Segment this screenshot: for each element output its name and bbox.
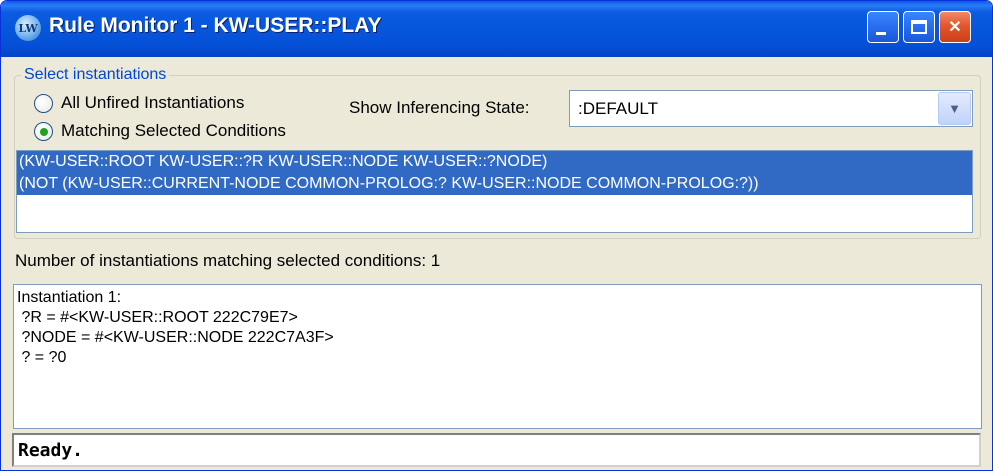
inferencing-state-label: Show Inferencing State: [349, 98, 530, 117]
minimize-button[interactable] [867, 11, 899, 43]
result-line: ?NODE = #<KW-USER::NODE 222C7A3F> [17, 329, 334, 346]
inferencing-state-value: :DEFAULT [578, 99, 658, 118]
status-text: Ready. [18, 440, 84, 461]
result-line: Instantiation 1: [17, 289, 122, 306]
condition-item[interactable]: (KW-USER::ROOT KW-USER::?R KW-USER::NODE… [17, 151, 972, 173]
status-bar: Ready. [12, 433, 981, 467]
minimize-icon [876, 32, 886, 35]
match-count-label: Number of instantiations matching select… [15, 251, 441, 270]
radio-button-checked[interactable] [34, 121, 53, 141]
radio-matching-selected[interactable]: Matching Selected Conditions [34, 121, 286, 141]
close-icon: ✕ [948, 19, 962, 36]
close-button[interactable]: ✕ [939, 11, 971, 43]
radio-label-all-unfired: All Unfired Instantiations [61, 93, 245, 112]
maximize-button[interactable] [903, 11, 935, 43]
app-icon: LW [15, 15, 41, 41]
radio-button-unchecked[interactable] [34, 93, 53, 113]
radio-label-matching-selected: Matching Selected Conditions [61, 121, 286, 140]
instantiations-output[interactable]: Instantiation 1: ?R = #<KW-USER::ROOT 22… [13, 284, 982, 429]
result-line: ? = ?0 [17, 349, 67, 366]
radio-all-unfired[interactable]: All Unfired Instantiations [34, 93, 244, 113]
inferencing-state-select[interactable]: :DEFAULT ▼ [569, 90, 973, 127]
maximize-icon [911, 20, 927, 34]
condition-item[interactable]: (NOT (KW-USER::CURRENT-NODE COMMON-PROLO… [17, 173, 972, 195]
chevron-down-icon[interactable]: ▼ [938, 92, 971, 125]
conditions-list[interactable]: (KW-USER::ROOT KW-USER::?R KW-USER::NODE… [16, 150, 973, 233]
rule-monitor-window: LW Rule Monitor 1 - KW-USER::PLAY ✕ Sele… [0, 0, 993, 471]
title-bar[interactable]: LW Rule Monitor 1 - KW-USER::PLAY ✕ [1, 1, 992, 57]
group-legend: Select instantiations [21, 66, 170, 84]
result-line: ?R = #<KW-USER::ROOT 222C79E7> [17, 309, 298, 326]
window-title: Rule Monitor 1 - KW-USER::PLAY [49, 14, 382, 37]
